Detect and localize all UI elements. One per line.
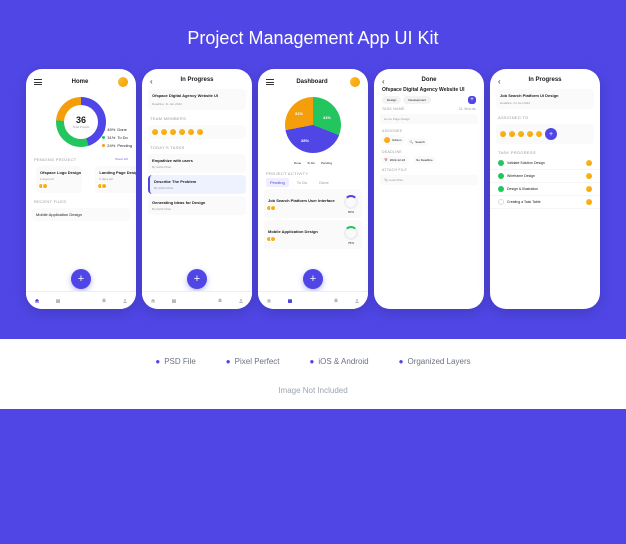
task-card[interactable]: Generating Ideas for DesignBy Ashik Khan bbox=[148, 196, 246, 215]
nav-bell-icon[interactable] bbox=[333, 298, 339, 304]
screen-done: Done Ofspace Digital Agency Website UI D… bbox=[374, 69, 484, 309]
attach-input[interactable]: 📎 Local Files bbox=[380, 175, 478, 185]
section-progress: TASK PROGRESS bbox=[498, 150, 536, 155]
tab-todo[interactable]: To Do bbox=[293, 178, 311, 187]
project-card[interactable]: Landing Page Design5 days left bbox=[95, 166, 136, 193]
feature-item: ●Organized Layers bbox=[399, 357, 471, 366]
tab-done[interactable]: Done bbox=[315, 178, 333, 187]
back-icon[interactable] bbox=[498, 77, 506, 83]
assignee-chip[interactable]: Gibson bbox=[381, 135, 405, 145]
nav-calendar-icon[interactable] bbox=[287, 298, 293, 304]
nav-profile-icon[interactable] bbox=[122, 298, 128, 304]
search-chip[interactable]: 🔍 Search bbox=[407, 138, 428, 146]
members-row bbox=[148, 125, 246, 139]
activity-card[interactable]: Job Search Platform User Interface50% bbox=[264, 189, 362, 218]
task-row[interactable]: Validate Solution Design bbox=[490, 157, 600, 170]
section-members: TEAM MEMBERS bbox=[150, 116, 186, 121]
feature-item: ●iOS & Android bbox=[310, 357, 369, 366]
menu-icon[interactable] bbox=[266, 79, 274, 85]
task-row[interactable]: Creating a Task Table bbox=[490, 196, 600, 209]
fab-add[interactable]: + bbox=[187, 269, 207, 289]
label-attach: ATTACH FILE bbox=[374, 165, 484, 173]
task-row[interactable]: Wireframe Design bbox=[490, 170, 600, 183]
task-row[interactable]: Design & Illustration bbox=[490, 183, 600, 196]
nav-home-icon[interactable] bbox=[34, 298, 40, 304]
screen-title: Home bbox=[72, 79, 89, 85]
back-icon[interactable] bbox=[150, 77, 158, 83]
avatar[interactable] bbox=[118, 77, 128, 87]
label-taskname: TASK NAME bbox=[382, 107, 405, 111]
screen-dashboard: Dashboard 31% 41% 28% Done To Do Pending… bbox=[258, 69, 368, 309]
nav-home-icon[interactable] bbox=[266, 298, 272, 304]
total-label: Total Project bbox=[73, 125, 90, 129]
section-assigned: ASSIGNED TO bbox=[498, 115, 529, 120]
section-pending: PENDING PROJECT bbox=[34, 157, 77, 162]
section-activity: PROJECT ACTIVITY bbox=[266, 171, 308, 176]
screen-title: In Progress bbox=[180, 77, 213, 83]
bottom-nav bbox=[26, 291, 136, 309]
menu-icon[interactable] bbox=[34, 79, 42, 85]
phone-showcase: Home 36Total Project 45% Done 31% To Do … bbox=[0, 69, 626, 309]
screen-progress-detail: In Progress Job Search Platform UI Desig… bbox=[490, 69, 600, 309]
legend-item: To Do bbox=[307, 161, 315, 165]
page-title: Project Management App UI Kit bbox=[0, 0, 626, 69]
assigned-row: + bbox=[496, 124, 594, 144]
progress-donut: 36Total Project bbox=[56, 97, 106, 147]
label-deadline: DEADLINE bbox=[374, 147, 484, 155]
tag-pill[interactable]: Development bbox=[403, 96, 431, 104]
no-deadline-chip[interactable]: No Deadline bbox=[413, 156, 436, 164]
fab-add[interactable]: + bbox=[71, 269, 91, 289]
legend-item: Done bbox=[294, 161, 301, 165]
label-assignee: ASSIGNEE bbox=[374, 126, 484, 134]
nav-calendar-icon[interactable] bbox=[171, 298, 177, 304]
feature-item: ●Pixel Perfect bbox=[226, 357, 280, 366]
task-card[interactable]: Empathize with usersBy Ashik Khan bbox=[148, 154, 246, 173]
footer: ●PSD File ●Pixel Perfect ●iOS & Android … bbox=[0, 339, 626, 409]
screen-in-progress: In Progress Ofspace Digital Agency Websi… bbox=[142, 69, 252, 309]
file-card[interactable]: Mobile Application Design bbox=[32, 208, 130, 221]
chart-legend: 45% Done 31% To Do 24% Pending bbox=[102, 127, 132, 151]
task-name-input[interactable]: Home Page Design bbox=[380, 114, 478, 124]
project-card[interactable]: Ofspace Logo Design2 days left bbox=[36, 166, 82, 193]
deadline-chip[interactable]: 📅 2022-12-24 bbox=[381, 156, 408, 164]
project-header-card[interactable]: Ofspace Digital Agency Website UI Deadli… bbox=[148, 89, 246, 110]
dashboard-pie: 31% 41% 28% bbox=[285, 97, 341, 153]
tag-pill[interactable]: Design bbox=[382, 96, 401, 104]
screen-title: In Progress bbox=[528, 77, 561, 83]
disclaimer-text: Image Not Included bbox=[0, 386, 626, 395]
section-todays-tasks: TODAY'S TASKS bbox=[150, 145, 185, 150]
activity-card[interactable]: Mobile Application Design75% bbox=[264, 220, 362, 249]
avatar[interactable] bbox=[350, 77, 360, 87]
nav-calendar-icon[interactable] bbox=[55, 298, 61, 304]
nav-bell-icon[interactable] bbox=[101, 298, 107, 304]
section-recent: RECENT FILES bbox=[34, 199, 66, 204]
view-all-link[interactable]: View All bbox=[115, 157, 128, 162]
nav-bell-icon[interactable] bbox=[217, 298, 223, 304]
screen-title: Dashboard bbox=[296, 79, 327, 85]
total-count: 36 bbox=[73, 115, 90, 125]
fab-add[interactable]: + bbox=[303, 269, 323, 289]
project-header-card[interactable]: Job Search Platform UI Design Deadline: … bbox=[496, 89, 594, 109]
project-title: Ofspace Digital Agency Website UI bbox=[382, 87, 476, 93]
nav-home-icon[interactable] bbox=[150, 298, 156, 304]
screen-home: Home 36Total Project 45% Done 31% To Do … bbox=[26, 69, 136, 309]
legend-item: Pending bbox=[321, 161, 332, 165]
task-card[interactable]: Describe The ProblemBy Ashik Khan bbox=[148, 175, 246, 194]
word-count: 31 Words bbox=[459, 107, 476, 111]
nav-profile-icon[interactable] bbox=[354, 298, 360, 304]
tab-pending[interactable]: Pending bbox=[266, 178, 289, 187]
screen-title: Done bbox=[422, 77, 437, 83]
add-tag-button[interactable]: + bbox=[468, 96, 476, 104]
add-member-button[interactable]: + bbox=[545, 128, 557, 140]
back-icon[interactable] bbox=[382, 77, 390, 83]
feature-item: ●PSD File bbox=[155, 357, 195, 366]
nav-profile-icon[interactable] bbox=[238, 298, 244, 304]
